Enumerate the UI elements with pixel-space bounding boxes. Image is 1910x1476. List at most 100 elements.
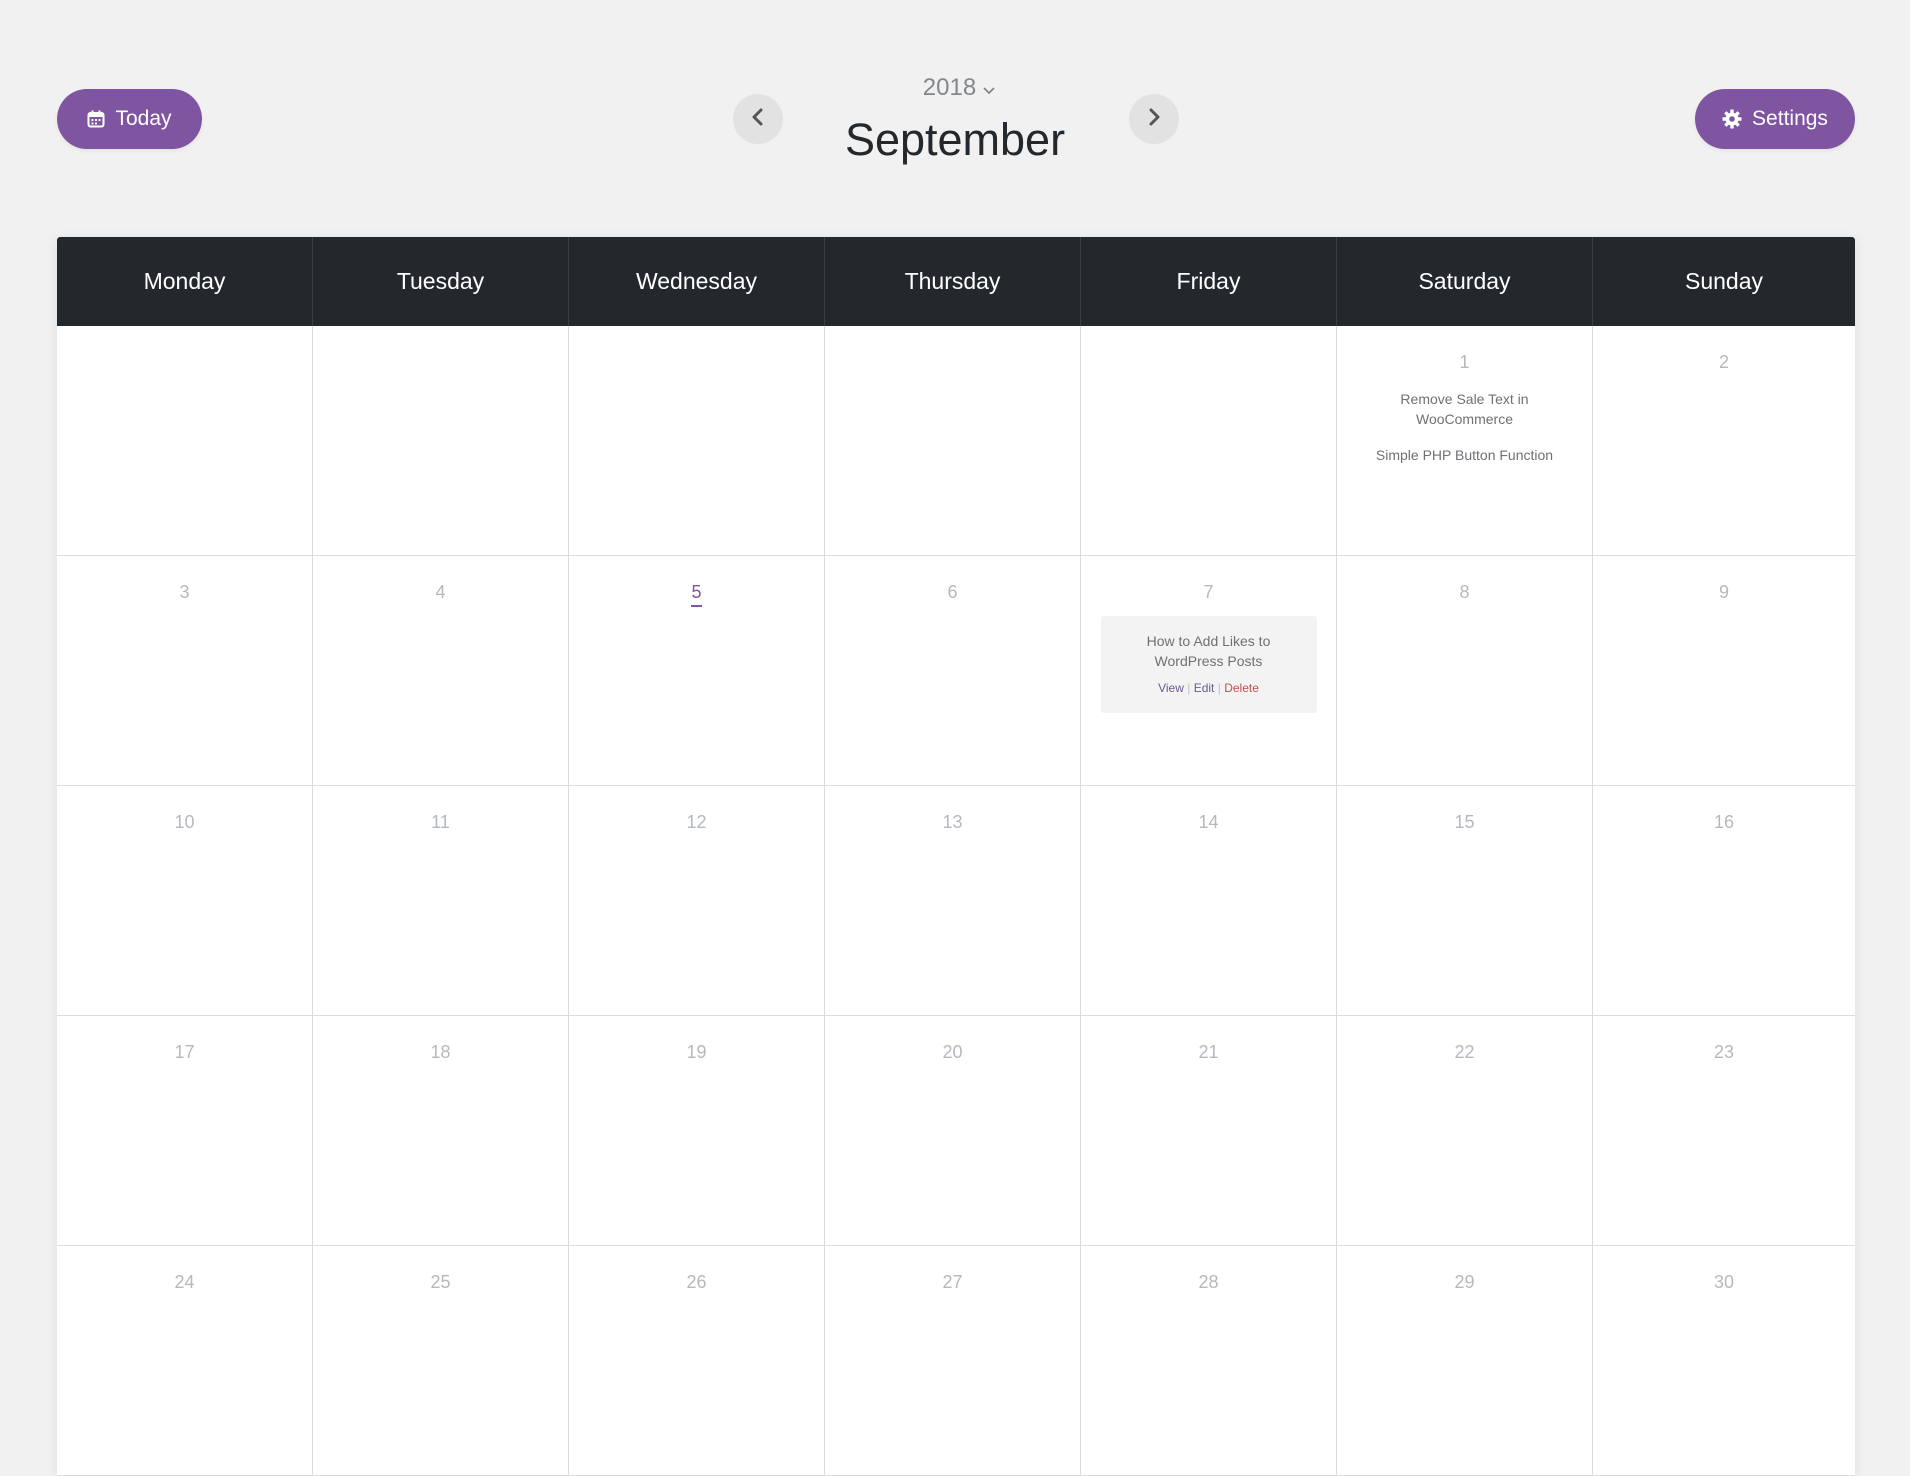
event-title[interactable]: How to Add Likes to WordPress Posts: [1111, 631, 1307, 671]
day-cell[interactable]: 18: [313, 1016, 569, 1245]
weekday-saturday: Saturday: [1337, 237, 1593, 326]
action-separator: |: [1187, 681, 1191, 695]
day-number: 1: [1459, 352, 1470, 372]
day-number: 7: [1203, 582, 1214, 602]
day-cell-empty: [569, 326, 825, 555]
day-number: 26: [686, 1272, 707, 1292]
day-number: 11: [431, 812, 450, 832]
day-number: 6: [947, 582, 958, 602]
day-cell[interactable]: 30: [1593, 1246, 1855, 1475]
month-title: September: [844, 114, 1066, 165]
week-row: 17 18 19 20 21 22 23: [57, 1016, 1855, 1246]
year-selector: 2018: [0, 74, 1910, 102]
day-cell[interactable]: 29: [1337, 1246, 1593, 1475]
day-cell[interactable]: 21: [1081, 1016, 1337, 1245]
day-cell[interactable]: 24: [57, 1246, 313, 1475]
day-cell[interactable]: 6: [825, 556, 1081, 785]
day-number: 28: [1198, 1272, 1219, 1292]
day-number: 12: [686, 812, 707, 832]
weekday-header-row: Monday Tuesday Wednesday Thursday Friday…: [57, 237, 1855, 326]
day-cell-empty: [313, 326, 569, 555]
day-number: 29: [1454, 1272, 1475, 1292]
year-dropdown[interactable]: 2018: [923, 74, 995, 102]
day-cell[interactable]: 7 How to Add Likes to WordPress Posts Vi…: [1081, 556, 1337, 785]
gear-icon: [1722, 109, 1742, 129]
day-cell[interactable]: 14: [1081, 786, 1337, 1015]
day-number: 13: [942, 812, 963, 832]
weekday-friday: Friday: [1081, 237, 1337, 326]
day-cell[interactable]: 17: [57, 1016, 313, 1245]
event-link[interactable]: Remove Sale Text in WooCommerce: [1365, 389, 1565, 429]
day-number: 3: [179, 582, 190, 602]
day-number: 4: [435, 582, 446, 602]
delete-link[interactable]: Delete: [1224, 681, 1259, 695]
day-number: 8: [1459, 582, 1470, 602]
day-cell[interactable]: 22: [1337, 1016, 1593, 1245]
day-cell[interactable]: 27: [825, 1246, 1081, 1475]
day-cell[interactable]: 16: [1593, 786, 1855, 1015]
day-cell[interactable]: 9: [1593, 556, 1855, 785]
day-cell[interactable]: 23: [1593, 1016, 1855, 1245]
year-label: 2018: [922, 74, 977, 101]
day-cell[interactable]: 8: [1337, 556, 1593, 785]
day-number: 20: [942, 1042, 963, 1062]
day-cell-empty: [1081, 326, 1337, 555]
day-number: 19: [686, 1042, 707, 1062]
day-cell[interactable]: 19: [569, 1016, 825, 1245]
day-number: 10: [174, 812, 195, 832]
week-row: 10 11 12 13 14 15 16: [57, 786, 1855, 1016]
calendar-grid: Monday Tuesday Wednesday Thursday Friday…: [57, 237, 1855, 1476]
weekday-monday: Monday: [57, 237, 313, 326]
day-cell[interactable]: 26: [569, 1246, 825, 1475]
day-cell-today[interactable]: 5: [569, 556, 825, 785]
day-number: 9: [1718, 582, 1729, 602]
action-separator: |: [1217, 681, 1221, 695]
day-number: 22: [1454, 1042, 1475, 1062]
day-cell[interactable]: 2: [1593, 326, 1855, 555]
week-row: 24 25 26 27 28 29 30: [57, 1246, 1855, 1476]
day-cell-empty: [825, 326, 1081, 555]
edit-link[interactable]: Edit: [1194, 681, 1215, 695]
day-cell[interactable]: 3: [57, 556, 313, 785]
settings-label: Settings: [1752, 107, 1828, 130]
event-link[interactable]: Simple PHP Button Function: [1365, 445, 1565, 465]
day-cell[interactable]: 4: [313, 556, 569, 785]
weekday-sunday: Sunday: [1684, 268, 1763, 294]
day-number: 24: [174, 1272, 195, 1292]
day-number: 14: [1198, 812, 1219, 832]
day-cell-empty: [57, 326, 313, 555]
next-month-button[interactable]: [1129, 94, 1179, 144]
weekday-tuesday: Tuesday: [313, 237, 569, 326]
day-cell[interactable]: 28: [1081, 1246, 1337, 1475]
day-cell[interactable]: 20: [825, 1016, 1081, 1245]
day-cell[interactable]: 1 Remove Sale Text in WooCommerce Simple…: [1337, 326, 1593, 555]
day-number: 18: [430, 1042, 451, 1062]
week-row: 1 Remove Sale Text in WooCommerce Simple…: [57, 326, 1855, 556]
chevron-right-icon: [1147, 108, 1161, 131]
day-cell[interactable]: 13: [825, 786, 1081, 1015]
event-actions: View | Edit | Delete: [1111, 681, 1307, 695]
day-number: 17: [174, 1042, 195, 1062]
week-row: 3 4 5 6 7 How to Add Likes to WordPress …: [57, 556, 1855, 786]
day-number: 23: [1713, 1042, 1735, 1062]
day-number: 15: [1454, 812, 1475, 832]
chevron-down-icon: [983, 74, 995, 102]
day-number: 25: [430, 1272, 451, 1292]
day-cell[interactable]: 11: [313, 786, 569, 1015]
day-cell[interactable]: 10: [57, 786, 313, 1015]
day-cell[interactable]: 25: [313, 1246, 569, 1475]
day-number: 2: [1718, 352, 1729, 372]
today-day-number: 5: [691, 583, 702, 607]
day-number: 27: [942, 1272, 963, 1292]
day-number: 21: [1198, 1042, 1219, 1062]
weekday-thursday: Thursday: [825, 237, 1081, 326]
day-cell[interactable]: 12: [569, 786, 825, 1015]
calendar-header: Today 2018 September Settings: [0, 0, 1910, 237]
day-cell[interactable]: 15: [1337, 786, 1593, 1015]
day-number: 30: [1713, 1272, 1735, 1292]
view-link[interactable]: View: [1158, 681, 1184, 695]
event-card: How to Add Likes to WordPress Posts View…: [1100, 616, 1317, 713]
day-number: 16: [1713, 812, 1735, 832]
weekday-wednesday: Wednesday: [569, 237, 825, 326]
settings-button[interactable]: Settings: [1695, 89, 1855, 149]
